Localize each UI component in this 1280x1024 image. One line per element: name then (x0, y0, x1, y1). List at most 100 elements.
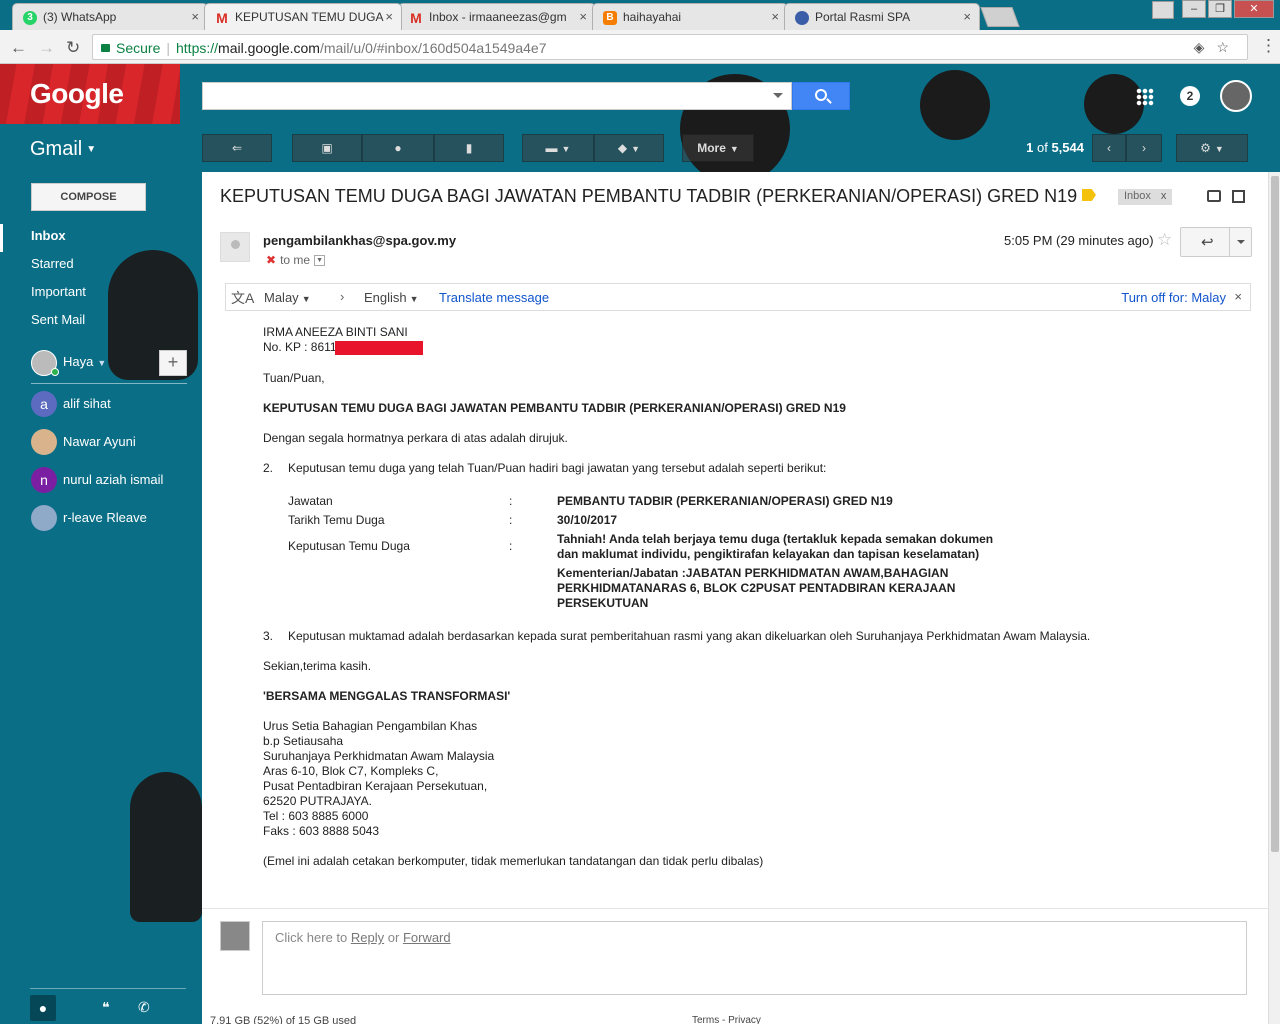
tab-keputusan[interactable]: M KEPUTUSAN TEMU DUGA × (204, 3, 402, 30)
sidebar-item-inbox[interactable]: Inbox (0, 224, 202, 252)
phone-icon[interactable]: ✆ (138, 999, 150, 1016)
contact-item[interactable]: a alif sihat (31, 390, 191, 420)
tab-whatsapp[interactable]: 3 (3) WhatsApp × (12, 3, 208, 30)
target-language-select[interactable]: English ▼ (364, 290, 419, 305)
email-timestamp: 5:05 PM (29 minutes ago) (1004, 233, 1154, 248)
storage-usage[interactable]: 7.91 GB (52%) of 15 GB used (210, 1015, 356, 1024)
back-to-inbox-button[interactable]: ⇐ (202, 134, 272, 162)
close-tab-icon[interactable]: × (385, 9, 393, 24)
person-icon[interactable]: ● (30, 995, 56, 1021)
gmail-icon: M (410, 10, 422, 26)
gmail-app-switcher[interactable]: Gmail ▼ (30, 138, 96, 161)
account-avatar[interactable] (1220, 80, 1252, 112)
scrollbar[interactable] (1268, 172, 1280, 1024)
contact-name: nurul aziah ismail (63, 472, 164, 487)
source-language-select[interactable]: Malay ▼ (264, 290, 311, 305)
google-logo[interactable]: Google (30, 78, 124, 110)
avatar (31, 429, 57, 455)
sidebar-item-important[interactable]: Important (0, 280, 202, 308)
chevron-left-icon: ‹ (1107, 141, 1111, 155)
forward-link[interactable]: Forward (403, 930, 451, 945)
close-tab-icon[interactable]: × (191, 9, 199, 24)
settings-button[interactable]: ⚙ ▼ (1176, 134, 1248, 162)
notifications-badge[interactable]: 2 (1180, 86, 1200, 106)
trash-icon: ▮ (465, 141, 473, 155)
chevron-right-icon: › (340, 289, 345, 304)
close-tab-icon[interactable]: × (771, 9, 779, 24)
forward-arrow-icon[interactable]: → (38, 38, 55, 58)
reload-icon[interactable]: ↻ (66, 38, 80, 58)
label-icon: ◆ (617, 141, 628, 155)
recipient-name: IRMA ANEEZA BINTI SANI (263, 325, 408, 339)
more-actions-icon[interactable] (1237, 240, 1245, 244)
labels-button[interactable]: ◆ ▼ (594, 134, 664, 162)
move-to-button[interactable]: ▬ ▼ (522, 134, 594, 162)
url-input[interactable]: Secure | https://mail.google.com/mail/u/0/… (92, 34, 1248, 60)
my-avatar (220, 921, 250, 951)
reply-button[interactable]: ↩ (1180, 227, 1252, 257)
paragraph-3: Keputusan muktamad adalah berdasarkan ke… (288, 629, 1091, 643)
menu-icon[interactable]: ⋮ (1260, 36, 1277, 56)
show-details-icon[interactable]: ▼ (314, 255, 326, 267)
back-arrow-icon[interactable]: ← (10, 38, 27, 58)
contact-item[interactable]: Nawar Ayuni (31, 428, 191, 458)
sender-email[interactable]: pengambilankhas@spa.gov.my (263, 233, 456, 248)
search-button[interactable] (792, 82, 850, 110)
remove-label-icon[interactable]: x (1161, 190, 1167, 202)
contact-item[interactable]: n nurul aziah ismail (31, 466, 191, 496)
search-options-icon[interactable] (773, 93, 783, 98)
inbox-label-chip[interactable]: Inbox x (1118, 189, 1173, 205)
email-body: IRMA ANEEZA BINTI SANI No. KP : 861118 (263, 325, 1253, 355)
restore-button[interactable]: ❐ (1208, 0, 1232, 18)
report-spam-button[interactable]: ● (362, 134, 434, 162)
new-tab-button[interactable] (980, 7, 1020, 27)
new-window-icon[interactable] (1232, 190, 1245, 203)
hangouts-me-name[interactable]: Haya ▼ (63, 354, 106, 369)
star-icon[interactable]: ☆ (1157, 230, 1172, 250)
tab-spa[interactable]: Portal Rasmi SPA × (784, 3, 980, 30)
tab-title: Portal Rasmi SPA (815, 10, 911, 24)
closing: Sekian,terima kasih. (263, 659, 372, 673)
print-icon[interactable] (1207, 190, 1221, 202)
tab-title: (3) WhatsApp (43, 10, 117, 24)
quick-reply-box[interactable]: Click here to Reply or Forward (262, 921, 1247, 995)
delete-button[interactable]: ▮ (434, 134, 504, 162)
close-tab-icon[interactable]: × (579, 9, 587, 24)
sidebar-item-sent-mail[interactable]: Sent Mail (0, 308, 202, 336)
apps-grid-icon[interactable] (1136, 88, 1154, 106)
translate-message-link[interactable]: Translate message (439, 290, 549, 305)
secure-indicator[interactable]: Secure (101, 40, 160, 56)
minimize-button[interactable]: – (1182, 0, 1206, 18)
contact-name: Nawar Ayuni (63, 434, 136, 449)
tab-inbox[interactable]: M Inbox - irmaaneezas@gm × (398, 3, 596, 30)
contact-item[interactable]: r-leave Rleave (31, 504, 191, 534)
archive-button[interactable]: ▣ (292, 134, 362, 162)
more-button[interactable]: More ▼ (682, 134, 754, 162)
important-marker-icon[interactable] (1082, 189, 1096, 201)
new-conversation-button[interactable]: + (159, 350, 187, 376)
hangouts-me: Haya ▼ + (31, 348, 187, 380)
search-input[interactable] (202, 82, 792, 110)
detail-value: PEMBANTU TADBIR (PERKERANIAN/OPERASI) GR… (557, 494, 893, 508)
footer-links[interactable]: Terms - Privacy (692, 1015, 761, 1024)
gmail-icon: M (216, 10, 228, 26)
tab-title: KEPUTUSAN TEMU DUGA (235, 10, 384, 24)
close-tab-icon[interactable]: × (963, 9, 971, 24)
close-icon[interactable]: × (1234, 289, 1242, 304)
window-close-button[interactable]: ✕ (1234, 0, 1274, 18)
hangouts-icon[interactable]: ❝ (102, 999, 110, 1016)
signature-line: Pusat Pentadbiran Kerajaan Persekutuan, (263, 779, 488, 793)
newer-button[interactable]: ‹ (1092, 134, 1126, 162)
older-button[interactable]: › (1126, 134, 1162, 162)
url-host: mail.google.com (218, 40, 320, 56)
reply-link[interactable]: Reply (351, 930, 384, 945)
browser-user-button[interactable] (1152, 1, 1174, 19)
scrollbar-thumb[interactable] (1271, 176, 1279, 852)
compose-button[interactable]: COMPOSE (31, 183, 146, 211)
sidebar-item-starred[interactable]: Starred (0, 252, 202, 280)
turn-off-translation-link[interactable]: Turn off for: Malay (1121, 290, 1226, 305)
paragraph-2: Keputusan temu duga yang telah Tuan/Puan… (288, 461, 827, 475)
tab-blogger[interactable]: B haihayahai × (592, 3, 788, 30)
sender-avatar (220, 232, 250, 262)
bookmark-star-icon[interactable]: ◈☆ (1194, 39, 1241, 56)
